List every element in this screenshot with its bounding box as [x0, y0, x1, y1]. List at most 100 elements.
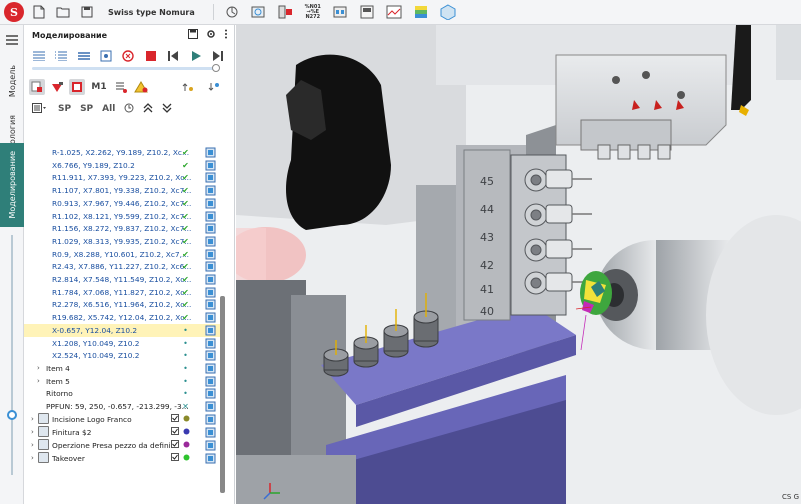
check-icon: ✔ [182, 313, 189, 323]
simulation-speed-knob[interactable] [7, 410, 17, 420]
skip-forward-button[interactable] [212, 49, 225, 63]
tree-row[interactable]: R2.814, X7.548, Y11.549, Z10.2, Xc... ✔ [24, 273, 224, 286]
check-icon: ✔ [182, 262, 189, 272]
tree-group-row[interactable]: › Item 5 • [24, 375, 224, 388]
engraving-45: 45 [480, 175, 494, 188]
rotate-view-icon[interactable] [222, 3, 242, 21]
tree-row[interactable]: X6.766, Y9.189, Z10.2 ✔ [24, 159, 224, 172]
operation-checkbox[interactable] [170, 414, 179, 424]
list-compact-icon[interactable] [77, 49, 90, 63]
list-view-icon[interactable] [32, 49, 45, 63]
save-panel-icon[interactable] [188, 29, 198, 41]
machine-op-icon [205, 440, 216, 451]
machine-op-icon [205, 401, 216, 412]
machine-op-icon [205, 236, 216, 247]
all-toggle[interactable]: All [102, 104, 115, 114]
list-numbered-icon[interactable] [54, 49, 68, 63]
tool-check-icon[interactable] [69, 79, 85, 95]
tree-row[interactable]: R2.278, X6.516, Y11.964, Z10.2, Xc... ✔ [24, 298, 224, 311]
sort-up-icon[interactable] [180, 79, 196, 95]
machine-icon[interactable] [249, 3, 269, 21]
tree-row[interactable]: R1.107, X7.801, Y9.338, Z10.2, Xc7... ✔ [24, 184, 224, 197]
tab-simulation[interactable]: Моделирование [0, 143, 24, 227]
expand-chevron-icon[interactable]: › [31, 441, 34, 449]
sp-plus-toggle[interactable]: SP [80, 104, 93, 114]
expand-chevron-icon[interactable]: › [31, 415, 34, 423]
tree-row[interactable]: PPFUN: 59, 250, -0.657, -213.299, -3... ✕ [24, 400, 224, 413]
tree-row[interactable]: R0.913, X7.967, Y9.446, Z10.2, Xc7... ✔ [24, 197, 224, 210]
collision-icon[interactable] [49, 79, 65, 95]
operation-row[interactable]: › Operzione Presa pezzo da definire [24, 438, 224, 452]
operation-color-dot [182, 454, 191, 463]
expand-chevron-icon[interactable]: › [37, 364, 40, 372]
tree-row[interactable]: X-0.657, Y12.04, Z10.2 • [24, 323, 224, 337]
tree-row[interactable]: R-1.025, X2.262, Y9.189, Z10.2, Xc... ✔ [24, 146, 224, 159]
tree-row[interactable]: R0.9, X8.288, Y10.601, Z10.2, Xc7,... ✔ [24, 248, 224, 261]
sort-down-icon[interactable] [206, 79, 222, 95]
operation-row[interactable]: › Incisione Logo Franco [24, 412, 224, 426]
operation-checkbox[interactable] [170, 427, 179, 437]
operation-checkbox[interactable] [170, 440, 179, 450]
tree-row[interactable]: R19.682, X5.742, Y12.04, Z10.2, Xc... ✔ [24, 311, 224, 324]
open-folder-icon[interactable] [54, 3, 72, 21]
progress-knob[interactable] [212, 64, 220, 72]
panel-title: Моделирование [32, 30, 108, 40]
chart-icon[interactable] [384, 3, 404, 21]
app-logo-icon[interactable]: S [4, 2, 24, 22]
clock-icon[interactable] [124, 103, 134, 116]
settings-gear-icon[interactable] [206, 29, 216, 41]
3d-viewport[interactable]: 45 44 43 42 41 40 CS G [236, 25, 801, 504]
tree-row[interactable]: R1.102, X8.121, Y9.599, Z10.2, Xc7... ✔ [24, 210, 224, 223]
tree-group-row[interactable]: › Item 4 • [24, 362, 224, 375]
stop-circle-icon[interactable] [122, 49, 135, 63]
stock-icon[interactable] [29, 79, 45, 95]
skip-back-button[interactable] [167, 49, 180, 63]
m1-toggle[interactable]: M1 [89, 79, 109, 95]
expand-chevron-icon[interactable]: › [37, 377, 40, 385]
tree-row[interactable]: X2.524, Y10.049, Z10.2 • [24, 349, 224, 362]
menu-icon[interactable] [0, 31, 24, 49]
more-options-icon[interactable] [224, 29, 228, 41]
tree-row[interactable]: R1.784, X7.068, Y11.827, Z10.2, Xc... ✔ [24, 286, 224, 299]
warning-icon[interactable] [133, 79, 149, 95]
save-icon[interactable] [78, 3, 96, 21]
material-icon[interactable] [411, 3, 431, 21]
play-button[interactable] [189, 49, 202, 63]
expand-chevron-icon[interactable]: › [31, 428, 34, 436]
tree-row[interactable]: R1.029, X8.313, Y9.935, Z10.2, Xc7... ✔ [24, 235, 224, 248]
collapse-all-icon[interactable] [143, 102, 153, 116]
status-dot-icon: • [183, 338, 188, 348]
expand-chevron-icon[interactable]: › [31, 454, 34, 462]
operation-row[interactable]: › Takeover [24, 451, 224, 465]
view-cube-icon[interactable] [438, 3, 458, 21]
filter-list-icon[interactable] [32, 102, 46, 116]
tree-row[interactable]: R2.43, X7.886, Y11.227, Z10.2, Xc6... ✔ [24, 260, 224, 273]
new-document-icon[interactable] [30, 3, 48, 21]
tab-model-label: Модель [7, 64, 17, 98]
tree-row[interactable]: Ritorno • [24, 387, 224, 400]
tree-scrollbar[interactable] [220, 296, 225, 493]
m1-label: M1 [91, 82, 107, 92]
control-panel-icon[interactable] [357, 3, 377, 21]
sp-minus-toggle[interactable]: SP [58, 104, 71, 114]
list-alert-icon[interactable] [113, 79, 129, 95]
machine-op-icon [205, 414, 216, 425]
tree-row[interactable]: R11.911, X7.393, Y9.223, Z10.2, Xc... ✔ [24, 171, 224, 184]
stop-button[interactable] [144, 49, 157, 63]
nc-code-icon[interactable]: %N01 →%E N272 [303, 3, 323, 21]
tree-row[interactable]: X1.208, Y10.049, Z10.2 • [24, 337, 224, 350]
tab-model[interactable]: Модель [0, 53, 24, 109]
expand-all-icon[interactable] [162, 103, 172, 116]
machine-op-icon [205, 388, 216, 399]
tool-holder-icon[interactable] [276, 3, 296, 21]
simulation-progress-bar[interactable] [32, 64, 220, 72]
target-icon[interactable] [99, 49, 112, 63]
operation-checkbox[interactable] [170, 453, 179, 463]
status-dot-icon: • [183, 363, 188, 373]
simulation-speed-track[interactable] [11, 235, 13, 475]
machine-op-icon [205, 249, 216, 260]
operation-row[interactable]: › Finitura $2 [24, 425, 224, 439]
machine-op-icon [205, 350, 216, 361]
tree-row[interactable]: R1.156, X8.272, Y9.837, Z10.2, Xc7... ✔ [24, 222, 224, 235]
spindle-icon[interactable] [330, 3, 350, 21]
